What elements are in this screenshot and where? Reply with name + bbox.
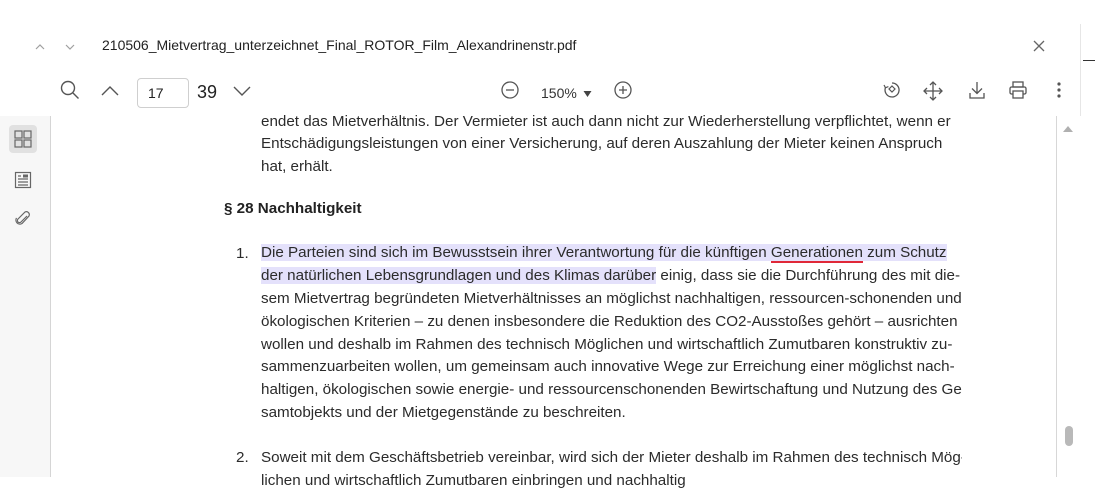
search-icon <box>60 80 79 99</box>
document-text-line: ökologischen Kriterien – zu denen insbes… <box>261 313 958 330</box>
document-filename: 210506_Mietvertrag_unterzeichnet_Final_R… <box>102 37 577 53</box>
list-item-number: 2. <box>236 449 249 466</box>
document-text-line: hat, erhält. <box>261 158 333 175</box>
highlighted-text[interactable]: zum Schutz <box>862 244 947 261</box>
highlighted-text[interactable]: Die Parteien sind sich <box>261 244 413 261</box>
search-button[interactable] <box>58 80 82 104</box>
underlined-text[interactable]: Generationen <box>770 244 863 263</box>
chevron-up-icon <box>35 44 45 50</box>
total-pages: 39 <box>197 82 218 102</box>
highlighted-text[interactable]: der natürlichen Lebensgrundlagen und des… <box>261 267 657 284</box>
download-icon <box>969 82 985 99</box>
close-icon <box>1033 40 1045 52</box>
top-strip <box>0 0 1095 25</box>
zoom-in-button[interactable] <box>611 80 635 104</box>
scrollbar-thumb[interactable] <box>1065 426 1073 446</box>
zoom-level-select[interactable]: 150% <box>541 85 592 101</box>
list-item-number: 1. <box>236 245 249 262</box>
next-page-button[interactable] <box>230 80 254 104</box>
page-number-input[interactable] <box>137 78 189 108</box>
outline-button[interactable] <box>9 166 37 194</box>
download-button[interactable] <box>965 80 989 104</box>
document-text-line: wollen und deshalb im Rahmen des technis… <box>261 336 953 353</box>
chevron-down-icon <box>65 44 75 50</box>
document-text-line: lichen und wirtschaftlich Zumutbaren ein… <box>261 472 686 489</box>
triangle-up-icon <box>1063 126 1073 132</box>
document-text-line: samtobjekts und der Mietgegenstände zu b… <box>261 404 626 421</box>
document-text-line: Entschädigungsleistungen von einer Versi… <box>261 135 943 152</box>
attachment-icon <box>15 211 30 225</box>
print-icon <box>1009 81 1027 99</box>
document-text-line: sem Mietvertrag begründeten Mietverhältn… <box>261 290 962 307</box>
document-text-line: Die Parteien sind sich im Bewusstsein ih… <box>261 242 962 265</box>
rotate-icon <box>883 82 900 98</box>
window-edge <box>1080 24 1095 477</box>
print-button[interactable] <box>1006 80 1030 104</box>
document-text-line: endet das Mietverhältnis. Der Vermieter … <box>261 113 951 130</box>
move-icon <box>923 81 943 101</box>
section-heading: § 28 Nachhaltigkeit <box>224 200 362 217</box>
outline-icon <box>14 171 32 189</box>
document-text-line: der natürlichen Lebensgrundlagen und des… <box>261 265 962 288</box>
rotate-button[interactable] <box>880 80 904 104</box>
more-options-button[interactable] <box>1047 80 1071 104</box>
next-document-button[interactable] <box>60 36 80 58</box>
previous-page-button[interactable] <box>98 80 122 104</box>
thumbnails-icon <box>14 130 32 148</box>
chevron-down-icon <box>233 86 251 96</box>
chevron-up-icon <box>101 86 119 96</box>
close-button[interactable] <box>1028 36 1050 58</box>
attachments-button[interactable] <box>9 205 37 233</box>
zoom-out-icon <box>501 81 519 99</box>
zoom-level-value: 150% <box>541 85 577 101</box>
document-text-line: sammenzuarbeiten wollen, um gemeinsam au… <box>261 358 955 375</box>
more-vertical-icon <box>1057 82 1061 98</box>
scroll-up-button[interactable] <box>1062 124 1074 136</box>
zoom-out-button[interactable] <box>498 80 522 104</box>
document-text: einig, dass sie die Durchführung des mit… <box>656 267 961 284</box>
caret-down-icon <box>583 91 592 97</box>
document-text-line: Soweit mit dem Geschäftsbetrieb vereinba… <box>261 449 962 466</box>
fit-page-button[interactable] <box>921 80 945 104</box>
zoom-in-icon <box>614 81 632 99</box>
prev-document-button[interactable] <box>30 36 50 58</box>
document-text-line: haltigen, ökologischen sowie energie- un… <box>261 381 962 398</box>
highlighted-text[interactable]: im Bewusstsein ihrer Verantwortung für d… <box>412 244 771 261</box>
window-edge-line <box>1083 60 1095 61</box>
thumbnails-button[interactable] <box>9 125 37 153</box>
vertical-scrollbar[interactable] <box>1056 116 1081 477</box>
